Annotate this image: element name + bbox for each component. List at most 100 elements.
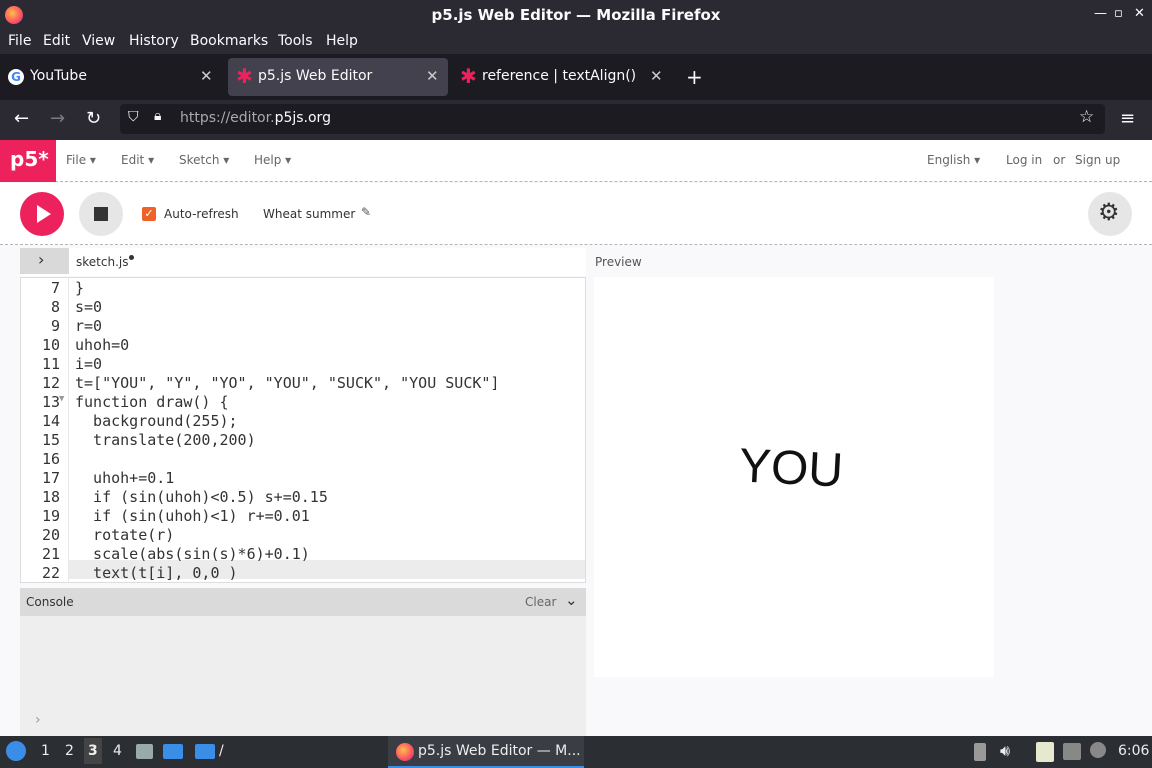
- autorefresh-label: Auto-refresh: [164, 207, 239, 221]
- taskbar-window-label: p5.js Web Editor — M...: [418, 743, 581, 759]
- pencil-icon[interactable]: ✎: [361, 205, 371, 219]
- console-body: ›: [20, 616, 586, 736]
- tab-label: p5.js Web Editor: [258, 68, 373, 84]
- autorefresh-checkbox[interactable]: ✓: [142, 207, 156, 221]
- code-line[interactable]: r=0: [75, 317, 102, 335]
- file-tab-name[interactable]: sketch.js: [76, 255, 128, 269]
- code-line[interactable]: text(t[i], 0,0 ): [75, 564, 238, 582]
- code-line[interactable]: t=["YOU", "Y", "YO", "YOU", "SUCK", "YOU…: [75, 374, 499, 392]
- chevron-down-icon[interactable]: ⌄: [565, 591, 578, 609]
- code-line[interactable]: rotate(r): [75, 526, 174, 544]
- minimize-button[interactable]: —: [1094, 6, 1107, 21]
- line-number: 20: [41, 526, 60, 544]
- code-editor[interactable]: 7 8 9 10 11 12 13 14 15 16 17 18 19 20 21 22 } s=0 r=0 uho…: [20, 277, 586, 583]
- code-line[interactable]: uhoh=0: [75, 336, 129, 354]
- close-window-button[interactable]: ✕: [1134, 6, 1145, 21]
- console-clear-button[interactable]: Clear: [525, 595, 556, 609]
- close-tab-icon[interactable]: ✕: [426, 67, 439, 85]
- window-titlebar: p5.js Web Editor — Mozilla Firefox — ▫ ✕: [0, 0, 1152, 30]
- sketch-name[interactable]: Wheat summer: [263, 207, 355, 221]
- code-line[interactable]: function draw() {: [75, 393, 229, 411]
- play-icon: [37, 205, 51, 223]
- sidebar-toggle-button[interactable]: ›: [20, 248, 69, 274]
- bookmark-star-icon[interactable]: ☆: [1079, 107, 1094, 127]
- tab-reference[interactable]: ✱ reference | textAlign() ✕: [452, 58, 674, 96]
- tab-youtube[interactable]: G YouTube ✕: [0, 58, 222, 96]
- line-number: 19: [41, 507, 60, 525]
- code-line[interactable]: }: [75, 279, 84, 297]
- menu-bookmarks[interactable]: Bookmarks: [190, 33, 268, 49]
- new-tab-button[interactable]: +: [686, 65, 703, 89]
- google-icon: G: [8, 69, 24, 85]
- stop-button[interactable]: [79, 192, 123, 236]
- menu-help[interactable]: Help: [326, 33, 358, 49]
- workspace-4[interactable]: 4: [113, 743, 122, 759]
- tab-label: YouTube: [30, 68, 87, 84]
- window-title: p5.js Web Editor — Mozilla Firefox: [431, 6, 721, 24]
- battery-icon[interactable]: [974, 743, 986, 761]
- signup-link[interactable]: Sign up: [1075, 153, 1120, 167]
- menu-file[interactable]: File: [8, 33, 31, 49]
- code-line[interactable]: background(255);: [75, 412, 238, 430]
- play-button[interactable]: [20, 192, 64, 236]
- reload-button[interactable]: ↻: [86, 108, 101, 129]
- p5-asterisk-icon: ✱: [460, 64, 477, 88]
- workspace-1[interactable]: 1: [41, 743, 50, 759]
- clipboard-icon[interactable]: [1036, 742, 1054, 762]
- p5-menu-file[interactable]: File ▾: [66, 153, 96, 167]
- line-number: 7: [50, 279, 60, 297]
- chevron-right-icon: ›: [38, 250, 45, 269]
- settings-button[interactable]: ⚙: [1088, 192, 1132, 236]
- code-line[interactable]: scale(abs(sin(s)*6)+0.1): [75, 545, 310, 563]
- menu-tools[interactable]: Tools: [278, 33, 313, 49]
- url-bar[interactable]: ⛉ 🔒︎ https://editor.p5js.org ☆: [120, 104, 1105, 134]
- code-line[interactable]: i=0: [75, 355, 102, 373]
- line-number: 10: [41, 336, 60, 354]
- line-number: 17: [41, 469, 60, 487]
- menu-history[interactable]: History: [129, 33, 179, 49]
- code-line[interactable]: s=0: [75, 298, 102, 316]
- code-line[interactable]: if (sin(uhoh)<1) r+=0.01: [75, 507, 310, 525]
- p5-asterisk-icon: ✱: [236, 64, 253, 88]
- maximize-button[interactable]: ▫: [1114, 6, 1123, 21]
- p5-menu-edit[interactable]: Edit ▾: [121, 153, 154, 167]
- firefox-icon: [396, 743, 414, 761]
- close-tab-icon[interactable]: ✕: [200, 67, 213, 85]
- console-prompt[interactable]: ›: [35, 712, 41, 728]
- sketch-toolbar: ✓ Auto-refresh Wheat summer ✎ ⚙: [0, 183, 1152, 245]
- folder-icon[interactable]: [195, 744, 215, 759]
- start-menu-icon[interactable]: [6, 741, 26, 761]
- lock-icon: 🔒︎: [154, 108, 162, 124]
- network-icon[interactable]: [1063, 743, 1081, 760]
- preview-canvas[interactable]: YOU: [594, 277, 994, 677]
- line-number: 21: [41, 545, 60, 563]
- p5-menu-sketch[interactable]: Sketch ▾: [179, 153, 229, 167]
- p5-menu-help[interactable]: Help ▾: [254, 153, 291, 167]
- workspace-2[interactable]: 2: [65, 743, 74, 759]
- fold-arrow-icon[interactable]: ▼: [59, 394, 64, 404]
- code-line[interactable]: translate(200,200): [75, 431, 256, 449]
- menu-view[interactable]: View: [82, 33, 115, 49]
- p5-logo[interactable]: p5*: [0, 140, 56, 182]
- clock: 6:06: [1118, 743, 1150, 759]
- forward-button[interactable]: →: [50, 108, 65, 129]
- close-tab-icon[interactable]: ✕: [650, 67, 663, 85]
- taskbar-window-item[interactable]: p5.js Web Editor — M...: [388, 736, 584, 768]
- url-text: https://editor.p5js.org: [180, 110, 331, 126]
- tab-p5-editor[interactable]: ✱ p5.js Web Editor ✕: [228, 58, 448, 96]
- navigation-bar: ← → ↻ ⛉ 🔒︎ https://editor.p5js.org ☆ ≡: [0, 100, 1152, 140]
- files-icon[interactable]: [136, 744, 153, 759]
- hamburger-menu-icon[interactable]: ≡: [1120, 108, 1135, 129]
- language-selector[interactable]: English ▾: [927, 153, 980, 167]
- desktop-icon[interactable]: [163, 744, 183, 759]
- canvas-text: YOU: [737, 439, 845, 498]
- menu-edit[interactable]: Edit: [43, 33, 70, 49]
- workspace-3[interactable]: 3: [84, 738, 102, 764]
- volume-icon[interactable]: 🔊︎: [1000, 741, 1010, 761]
- back-button[interactable]: ←: [14, 108, 29, 129]
- login-link[interactable]: Log in: [1006, 153, 1042, 167]
- code-line[interactable]: if (sin(uhoh)<0.5) s+=0.15: [75, 488, 328, 506]
- code-line[interactable]: uhoh+=0.1: [75, 469, 174, 487]
- line-number: 16: [41, 450, 60, 468]
- notification-icon[interactable]: [1090, 742, 1106, 758]
